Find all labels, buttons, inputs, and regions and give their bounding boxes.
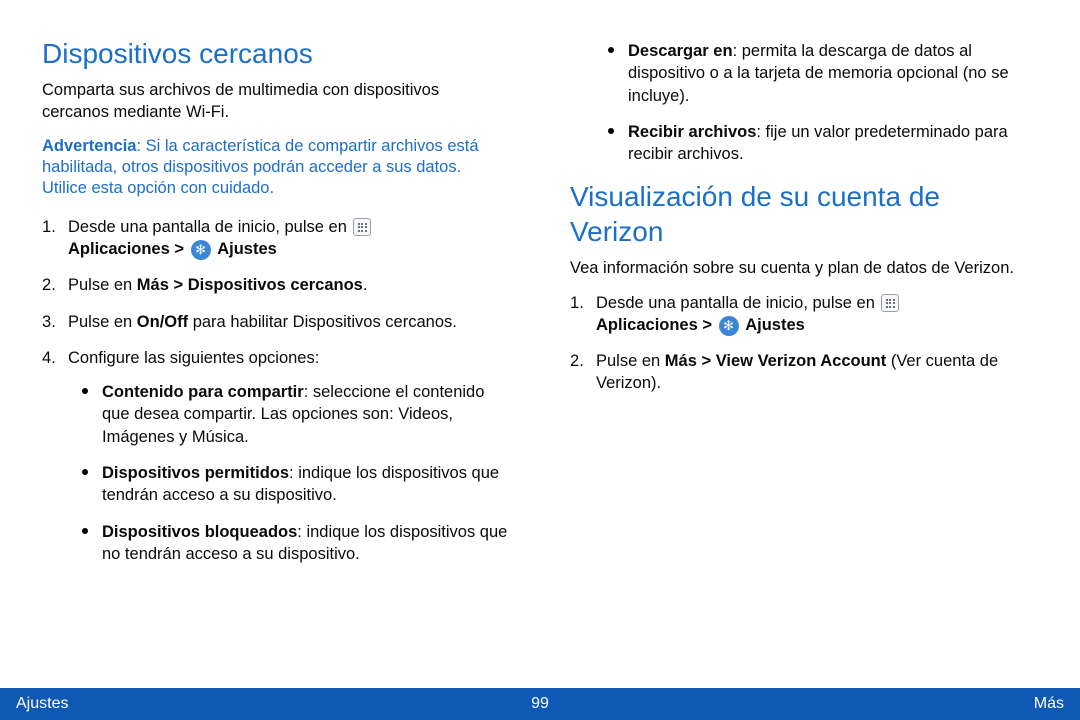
- warning-label: Advertencia: [42, 137, 136, 155]
- step1-prefix: Desde una pantalla de inicio, pulse en: [68, 218, 351, 236]
- step-3: Pulse en On/Off para habilitar Dispositi…: [42, 311, 510, 333]
- option-download-to: Descargar en: permita la descarga de dat…: [608, 40, 1038, 107]
- gear-icon: ✻: [191, 240, 211, 260]
- opt3-label: Dispositivos bloqueados: [102, 523, 297, 541]
- step2-a: Pulse en: [68, 276, 137, 294]
- optB-label: Recibir archivos: [628, 123, 756, 141]
- step-4: Configure las siguientes opciones: Conte…: [42, 347, 510, 565]
- footer-left: Ajustes: [16, 693, 68, 715]
- footer-right: Más: [1034, 693, 1064, 715]
- heading-verizon-account: Visualización de su cuenta de Verizon: [570, 179, 1038, 249]
- vz-step2-b: Más > View Verizon Account: [665, 352, 886, 370]
- option-content-share: Contenido para compartir: seleccione el …: [82, 381, 510, 448]
- lead-nearby: Comparta sus archivos de multimedia con …: [42, 79, 510, 124]
- lead-verizon: Vea información sobre su cuenta y plan d…: [570, 257, 1038, 279]
- left-column: Dispositivos cercanos Comparta sus archi…: [42, 36, 510, 672]
- vz-step-1: Desde una pantalla de inicio, pulse en A…: [570, 292, 1038, 337]
- step-2: Pulse en Más > Dispositivos cercanos.: [42, 274, 510, 296]
- option-allowed-devices: Dispositivos permitidos: indique los dis…: [82, 462, 510, 507]
- right-column: Descargar en: permita la descarga de dat…: [570, 36, 1038, 672]
- opt1-label: Contenido para compartir: [102, 383, 304, 401]
- options-list: Contenido para compartir: seleccione el …: [82, 381, 510, 565]
- apps-icon: [353, 218, 371, 236]
- apps-icon: [881, 294, 899, 312]
- page-number: 99: [531, 693, 549, 715]
- vz-step2-a: Pulse en: [596, 352, 665, 370]
- vz-step-2: Pulse en Más > View Verizon Account (Ver…: [570, 350, 1038, 395]
- step1-settings-label: Ajustes: [217, 240, 277, 258]
- vz-step1-prefix: Desde una pantalla de inicio, pulse en: [596, 294, 879, 312]
- heading-nearby-devices: Dispositivos cercanos: [42, 36, 510, 71]
- option-blocked-devices: Dispositivos bloqueados: indique los dis…: [82, 521, 510, 566]
- opt2-label: Dispositivos permitidos: [102, 464, 289, 482]
- step4-text: Configure las siguientes opciones:: [68, 349, 319, 367]
- footer-bar: Ajustes 99 Más: [0, 688, 1080, 720]
- steps-verizon: Desde una pantalla de inicio, pulse en A…: [570, 292, 1038, 395]
- gear-icon: ✻: [719, 316, 739, 336]
- steps-nearby: Desde una pantalla de inicio, pulse en A…: [42, 216, 510, 565]
- option-receive-files: Recibir archivos: fije un valor predeter…: [608, 121, 1038, 166]
- page-body: Dispositivos cercanos Comparta sus archi…: [0, 0, 1080, 680]
- step2-c: .: [363, 276, 368, 294]
- warning-text: Advertencia: Si la característica de com…: [42, 136, 510, 200]
- step2-b: Más > Dispositivos cercanos: [137, 276, 363, 294]
- step-1: Desde una pantalla de inicio, pulse en A…: [42, 216, 510, 261]
- step3-a: Pulse en: [68, 313, 137, 331]
- step3-c: para habilitar Dispositivos cercanos.: [188, 313, 457, 331]
- vz-step1-settings-label: Ajustes: [745, 316, 805, 334]
- step3-b: On/Off: [137, 313, 188, 331]
- vz-step1-apps-label: Aplicaciones >: [596, 316, 717, 334]
- options-list-continued: Descargar en: permita la descarga de dat…: [608, 40, 1038, 165]
- optA-label: Descargar en: [628, 42, 733, 60]
- step1-apps-label: Aplicaciones >: [68, 240, 189, 258]
